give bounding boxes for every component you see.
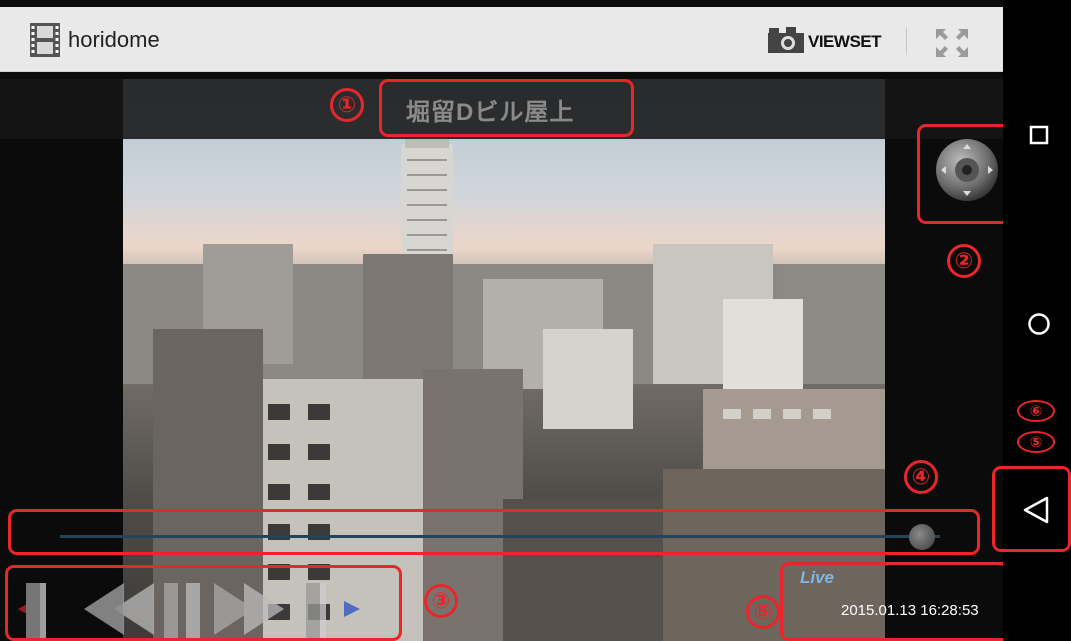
film-strip-icon <box>30 23 60 57</box>
annotation-box-controls <box>5 565 402 641</box>
action-bar-divider <box>906 27 907 55</box>
back-triangle-icon[interactable] <box>1022 495 1050 530</box>
annotation-number-3: ③ <box>424 584 458 618</box>
annotation-number-6: ⑥ <box>1017 400 1055 422</box>
annotation-number-5-nav: ⑤ <box>1017 431 1055 453</box>
action-bar: horidome VIEWSET <box>0 7 1003 72</box>
circle-icon[interactable] <box>1027 312 1051 341</box>
annotation-box-camera-title <box>379 79 634 137</box>
camera-viewer-app: horidome VIEWSET 堀留Dビル屋上 Live 2015.01.13… <box>0 0 1003 641</box>
annotation-box-slider <box>8 509 980 555</box>
annotation-box-ptz <box>917 124 1003 224</box>
fullscreen-icon[interactable] <box>934 27 970 59</box>
camera-icon <box>768 26 804 58</box>
app-title: horidome <box>68 27 160 52</box>
annotation-number-1: ① <box>330 88 364 122</box>
viewset-label: VIEWSET <box>808 32 882 51</box>
city-skyline-image <box>123 134 885 641</box>
square-icon[interactable] <box>1029 125 1049 150</box>
annotation-number-2: ② <box>947 244 981 278</box>
annotation-box-status <box>780 562 1003 641</box>
viewset-button[interactable]: VIEWSET <box>768 26 882 58</box>
camera-video-feed[interactable] <box>123 79 885 641</box>
annotation-number-5: ⑤ <box>746 595 780 629</box>
annotation-number-4: ④ <box>904 460 938 494</box>
